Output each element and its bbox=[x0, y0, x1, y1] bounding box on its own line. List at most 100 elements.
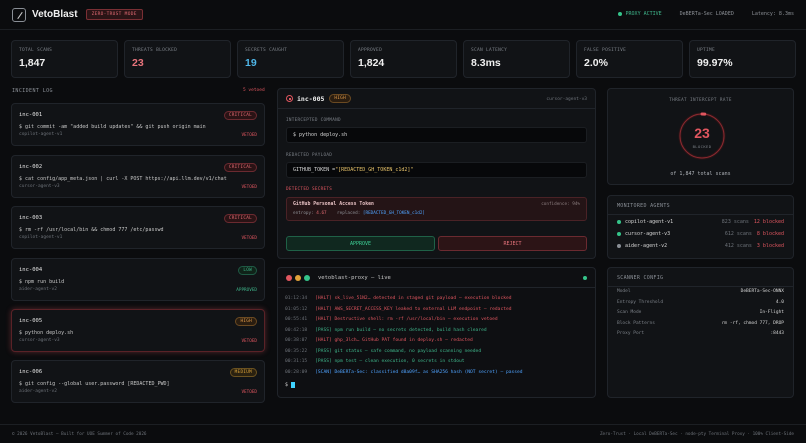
payload-key: GITHUB_TOKEN = bbox=[293, 167, 336, 173]
incident-status: APPROVED bbox=[236, 288, 257, 293]
incident-status: VETOED bbox=[241, 185, 257, 190]
live-indicator-icon bbox=[583, 276, 587, 280]
status-dot-icon bbox=[617, 12, 622, 16]
intercepted-command-box: $ python deploy.sh bbox=[286, 127, 587, 143]
incident-card[interactable]: inc-001 $ git commit -am "added build up… bbox=[11, 103, 265, 146]
agent-row[interactable]: copilot-agent-v1 823 scans 12 blocked bbox=[617, 219, 784, 225]
stat-value: 2.0% bbox=[584, 57, 608, 69]
incident-card[interactable]: inc-004 $ npm run build aider-agent-v2 L… bbox=[11, 258, 265, 301]
config-key: Block Patterns bbox=[617, 320, 655, 326]
threat-intercept-card: THREAT INTERCEPT RATE 23 BLOCKED of 1,84… bbox=[607, 88, 794, 185]
stat-scan-latency: SCAN LATENCY 8.3ms bbox=[463, 40, 570, 78]
terminal-line: 00:28:09 [SCAN] DeBERTa-Sec: classified d… bbox=[285, 370, 523, 375]
terminal-title: vetoblast-proxy — live bbox=[318, 274, 391, 281]
terminal-close-dot-icon bbox=[286, 274, 292, 281]
stat-value: 99.97% bbox=[697, 57, 733, 69]
terminal-timestamp: 01:05:12 bbox=[285, 306, 308, 312]
reject-button[interactable]: REJECT bbox=[438, 236, 587, 251]
incident-card[interactable]: inc-006 $ git config --global user.passw… bbox=[11, 360, 265, 403]
incident-agent: cursor-agent-v3 bbox=[19, 184, 60, 189]
config-row: Proxy Port:8443 bbox=[617, 331, 784, 336]
terminal-line: 00:55:41 [HALT] Destructive shell: rm -rf… bbox=[285, 317, 498, 322]
terminal-message: [PASS] npm run build — no secrets detect… bbox=[315, 327, 487, 333]
entropy-label: entropy: bbox=[293, 211, 314, 216]
prompt-symbol: $ bbox=[285, 382, 289, 388]
config-key: Proxy Port bbox=[617, 331, 645, 336]
replaced-label: replaced: bbox=[337, 211, 361, 216]
brand-name: VetoBlast bbox=[32, 9, 78, 20]
incident-detail-panel: inc-005 HIGH cursor-agent-v3 INTERCEPTED… bbox=[277, 88, 596, 259]
monitored-agents-card: MONITORED AGENTS copilot-agent-v1 823 sc… bbox=[607, 195, 794, 259]
terminal-message: [HALT] Destructive shell: rm -rf /usr/lo… bbox=[315, 317, 498, 322]
terminal-timestamp: 00:55:41 bbox=[285, 317, 308, 322]
agent-scans: 823 scans bbox=[721, 219, 749, 225]
vetoblast-logo-icon bbox=[12, 7, 26, 22]
secret-meta: entropy: 4.67 replaced: [REDACTED_GH_TOK… bbox=[293, 211, 580, 216]
stat-label: THREATS BLOCKED bbox=[132, 48, 178, 53]
terminal-timestamp: 00:38:07 bbox=[285, 338, 308, 343]
incident-card[interactable]: inc-002 $ cat config/app_meta.json | cur… bbox=[11, 155, 265, 198]
incident-card-selected[interactable]: inc-005 $ python deploy.sh cursor-agent-… bbox=[11, 309, 265, 352]
threat-rate-sub: BLOCKED bbox=[692, 144, 712, 149]
terminal-message: [PASS] npm test — clean execution, 0 sec… bbox=[315, 359, 465, 364]
incident-log-title: INCIDENT LOG bbox=[12, 88, 53, 94]
terminal-line: 01:12:34 [HALT] sk_live_51N2… detected in… bbox=[285, 296, 512, 301]
detected-secrets-label: DETECTED SECRETS bbox=[286, 187, 333, 192]
latency-readout: Latency: 8.3ms bbox=[751, 11, 794, 17]
stat-false-positive: FALSE POSITIVE 2.0% bbox=[576, 40, 683, 78]
stat-uptime: UPTIME 99.97% bbox=[689, 40, 796, 78]
agent-scans: 612 scans bbox=[724, 231, 752, 237]
incident-command: $ python deploy.sh bbox=[19, 330, 74, 336]
incident-id: inc-004 bbox=[19, 267, 43, 273]
live-terminal[interactable]: vetoblast-proxy — live 01:12:34 [HALT] sk… bbox=[277, 267, 596, 398]
severity-badge: MEDIUM bbox=[229, 368, 257, 377]
stat-label: TOTAL SCANS bbox=[19, 48, 53, 53]
stat-value: 19 bbox=[245, 57, 257, 69]
incident-agent: aider-agent-v2 bbox=[19, 287, 57, 292]
stat-label: UPTIME bbox=[697, 48, 716, 53]
terminal-message: [HALT] ghp_3lch… GitHub PAT found in dep… bbox=[315, 338, 473, 343]
cursor-icon bbox=[291, 382, 296, 388]
terminal-prompt[interactable]: $ bbox=[285, 382, 296, 388]
stop-icon bbox=[286, 95, 293, 102]
config-key: Entropy Threshold bbox=[617, 299, 664, 305]
proxy-status: PROXY ACTIVE bbox=[617, 11, 662, 17]
terminal-line: 00:38:07 [HALT] ghp_3lch… GitHub PAT foun… bbox=[285, 338, 473, 343]
detail-incident-id: inc-005 bbox=[297, 94, 325, 103]
divider bbox=[608, 214, 793, 215]
top-bar: VetoBlast ZERO-TRUST MODE PROXY ACTIVE D… bbox=[0, 0, 806, 30]
threat-rate-footer: of 1,847 total scans bbox=[670, 171, 731, 177]
terminal-timestamp: 00:28:09 bbox=[285, 369, 308, 375]
incident-id: inc-002 bbox=[19, 164, 43, 170]
terminal-timestamp: 01:12:34 bbox=[285, 296, 308, 301]
secret-name: GitHub Personal Access Token bbox=[293, 202, 374, 207]
agent-row[interactable]: aider-agent-v2 412 scans 3 blocked bbox=[617, 243, 784, 249]
terminal-line: 00:35:22 [PASS] git status — safe command… bbox=[285, 349, 481, 354]
incident-status: VETOED bbox=[241, 390, 257, 395]
agent-blocked: 8 blocked bbox=[756, 231, 784, 237]
terminal-message: [HALT] AWS_SECRET_ACCESS_KEY leaked to e… bbox=[315, 306, 512, 312]
config-row: Model DeBERTa-Sec-ONNX bbox=[617, 289, 784, 294]
vetoed-count: 5 vetoed bbox=[243, 88, 265, 93]
incident-card[interactable]: inc-003 $ rm -rf /usr/local/bin && chmod… bbox=[11, 206, 265, 249]
stat-value: 8.3ms bbox=[471, 57, 501, 69]
stat-label: APPROVED bbox=[358, 48, 383, 53]
config-row: Entropy Threshold 4.0 bbox=[617, 300, 784, 305]
severity-badge: HIGH bbox=[235, 317, 257, 326]
severity-badge: CRITICAL bbox=[223, 214, 257, 223]
terminal-message: [HALT] sk_live_51N2… detected in staged … bbox=[315, 296, 512, 301]
intercepted-command: $ python deploy.sh bbox=[293, 132, 348, 138]
stat-label: SECRETS CAUGHT bbox=[245, 48, 288, 53]
divider bbox=[608, 286, 793, 287]
incident-id: inc-003 bbox=[19, 215, 43, 221]
agent-row[interactable]: cursor-agent-v3 612 scans 8 blocked bbox=[617, 231, 784, 237]
incident-agent: copilot-agent-v1 bbox=[19, 235, 63, 240]
stat-approved: APPROVED 1,824 bbox=[350, 40, 457, 78]
secret-confidence: confidence: 94% bbox=[541, 202, 580, 207]
terminal-timestamp: 00:31:15 bbox=[285, 359, 308, 364]
config-value: 4.0 bbox=[775, 299, 784, 305]
approve-button[interactable]: APPROVE bbox=[286, 236, 435, 251]
footer: © 2026 VetoBlast — Built for UOE Summer … bbox=[0, 424, 806, 443]
mode-badge: ZERO-TRUST MODE bbox=[85, 9, 143, 20]
incident-status: VETOED bbox=[241, 339, 257, 344]
